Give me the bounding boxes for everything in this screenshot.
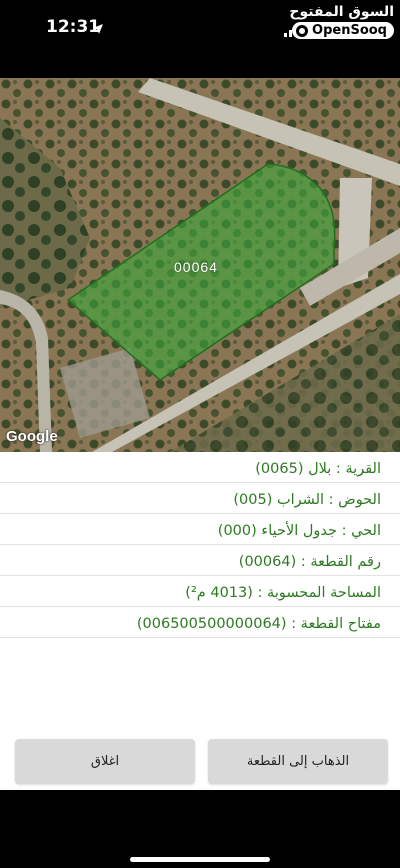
go-to-parcel-button[interactable]: الذهاب إلى القطعة (208, 739, 388, 784)
close-button[interactable]: اغلاق (15, 739, 195, 784)
opensooq-watermark: السوق المفتوح OpenSooq (289, 4, 394, 41)
opensooq-logo-icon (296, 24, 309, 37)
watermark-brand: OpenSooq (312, 23, 387, 38)
info-village: القرية : بلال (0065) (0, 452, 400, 483)
parcel-info-panel: القرية : بلال (0065) الحوض : الشراب (005… (0, 452, 400, 790)
info-parcel-number: رقم القطعة : (00064) (0, 545, 400, 576)
info-neighborhood: الحي : جدول الأحياء (000) (0, 514, 400, 545)
watermark-badge: OpenSooq (292, 22, 394, 39)
watermark-arabic: السوق المفتوح (289, 4, 394, 20)
home-indicator[interactable] (130, 857, 270, 862)
info-area: المساحة المحسوبة : (4013 م²) (0, 576, 400, 607)
parcel-number-label: 00064 (174, 259, 218, 275)
status-bar: 12:31 السوق المفتوح OpenSooq (0, 0, 400, 78)
location-arrow-icon (92, 20, 104, 39)
info-basin: الحوض : الشراب (005) (0, 483, 400, 514)
satellite-map[interactable]: 00064 Google (0, 78, 400, 452)
info-parcel-key: مفتاح القطعة : (006500500000064) (0, 607, 400, 638)
google-attribution: Google (6, 428, 58, 445)
